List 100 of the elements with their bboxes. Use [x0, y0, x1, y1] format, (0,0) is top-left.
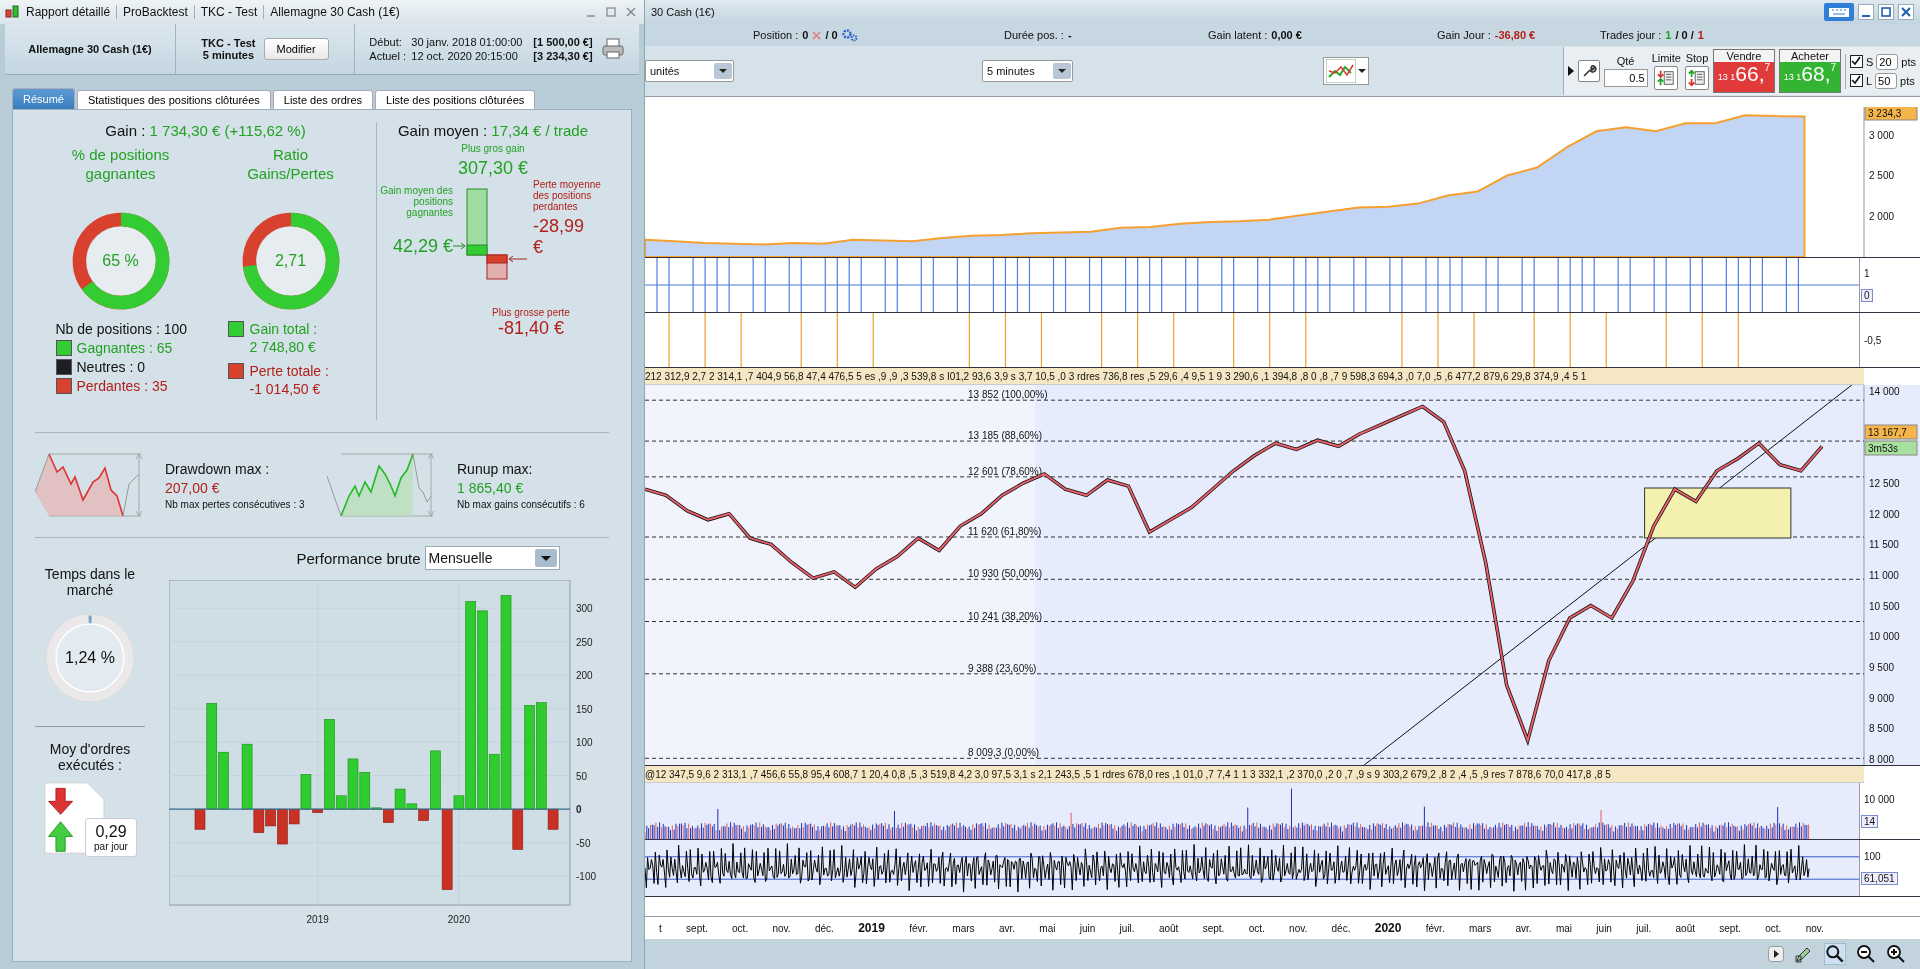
- modify-button[interactable]: Modifier: [263, 38, 329, 60]
- axis-tick-label: -0,5: [1864, 334, 1882, 346]
- status-value: 1: [1665, 29, 1672, 41]
- tab[interactable]: Liste des ordres: [272, 90, 374, 109]
- gears-icon[interactable]: [841, 28, 858, 42]
- gain-value: 1 734,30 € (+115,62 %): [149, 122, 306, 139]
- axis-tick-label: 9 000: [1869, 692, 1895, 704]
- date-label: Actuel :: [369, 50, 407, 62]
- current-price-tag: 13 167,7: [1864, 424, 1918, 440]
- checkbox[interactable]: [1849, 74, 1863, 87]
- zoom-out-icon[interactable]: [1856, 944, 1876, 964]
- countdown-tag: 3m53s: [1864, 440, 1918, 456]
- interval-select[interactable]: 5 minutes: [982, 60, 1073, 82]
- gain-label: Gain :: [105, 122, 146, 139]
- tab[interactable]: Liste des positions clôturées: [375, 90, 536, 109]
- timeframe-label: 5 minutes: [202, 49, 255, 61]
- printer-icon[interactable]: [600, 38, 625, 60]
- tab[interactable]: Statistiques des positions clôturées: [76, 90, 271, 109]
- axis-tick-label: 200: [576, 670, 593, 682]
- status-label: Gain Jour :: [1437, 29, 1491, 41]
- instrument-name: Allemagne 30 Cash (1€): [28, 43, 152, 55]
- axis-tick-label: 11 000: [1869, 570, 1899, 581]
- time-in-market-title: Temps dans le marché: [43, 566, 137, 598]
- average-value: 17,34 € / trade: [491, 122, 589, 139]
- axis-tick-label: 100: [576, 737, 593, 749]
- axis-tick-label: 8 500: [1869, 723, 1895, 735]
- status-value: 0: [802, 29, 809, 41]
- caret-icon: [1358, 67, 1366, 75]
- dropdown-icon: [714, 63, 732, 79]
- settings-button[interactable]: [1577, 60, 1600, 82]
- time-axis-label: oct.: [1248, 922, 1265, 934]
- time-axis-label: sept.: [1719, 922, 1741, 934]
- average-loss-label: Perte moyenne des positions perdantes: [533, 179, 602, 212]
- extreme-note: Nb max gains consécutifs : 6: [457, 498, 585, 510]
- zoom-fit-icon[interactable]: [1824, 943, 1846, 965]
- time-axis-label: juil.: [1636, 922, 1652, 934]
- maximize-button[interactable]: [1878, 4, 1894, 20]
- axis-tick-label: 11 500: [1869, 539, 1899, 551]
- axis-tick-label: 250: [576, 636, 593, 648]
- stop-order-button[interactable]: [1684, 66, 1709, 90]
- capital-amount: [1 500,00 €]: [533, 36, 593, 48]
- expand-icon[interactable]: [1567, 66, 1574, 76]
- time-axis-label: juin: [1596, 922, 1612, 934]
- close-button[interactable]: [1898, 4, 1914, 20]
- legend-label: Perdantes : 35: [76, 377, 168, 394]
- worst-loss-value: -81,40 €: [497, 318, 565, 339]
- average-loss-value: -28,99 €: [533, 216, 586, 258]
- keyboard-icon[interactable]: [1824, 3, 1854, 21]
- axis-tick-label: 100: [1864, 850, 1881, 862]
- play-icon[interactable]: [1768, 946, 1784, 962]
- order-ticket-icon: [1687, 69, 1706, 87]
- time-axis-label: août: [1675, 922, 1695, 934]
- time-axis-label: nov.: [772, 922, 791, 934]
- minimize-icon: [1861, 15, 1871, 17]
- line-chart-icon: [1326, 59, 1356, 83]
- period-select[interactable]: Mensuelle: [424, 546, 560, 570]
- average-win-value: 42,29 €: [391, 236, 453, 257]
- zoom-in-icon[interactable]: [1886, 944, 1906, 964]
- window-title: Allemagne 30 Cash (1€): [270, 5, 400, 19]
- axis-tick-label: 2019: [306, 914, 329, 925]
- maximize-icon: [1881, 7, 1891, 17]
- axis-tick-label: 0: [1861, 289, 1873, 302]
- fibonacci-level-label: 13 852 (100,00%): [968, 389, 1048, 401]
- strategy-name: TKC - Test: [201, 37, 256, 49]
- time-axis-label: juin: [1079, 922, 1096, 934]
- checkbox-label: S: [1865, 55, 1874, 68]
- limit-label: Limite: [1651, 52, 1681, 64]
- extreme-title: Drawdown max :: [165, 460, 271, 477]
- points-unit: pts: [1900, 74, 1915, 87]
- fibonacci-level-label: 10 930 (50,00%): [968, 568, 1042, 580]
- status-label: Gain latent :: [1208, 29, 1268, 41]
- chart-type-button[interactable]: [1323, 57, 1369, 85]
- time-axis-label: déc.: [814, 922, 834, 934]
- time-axis-label: févr.: [1425, 922, 1445, 934]
- points-unit: pts: [1901, 55, 1916, 68]
- quantity-field[interactable]: 0.5: [1603, 69, 1648, 87]
- time-axis-label: juil.: [1119, 922, 1135, 934]
- total-value: -1 014,50 €: [249, 381, 322, 397]
- orders-title: Moy d'ordres exécutés :: [48, 741, 132, 773]
- positions-count: Nb de positions : 100: [55, 319, 189, 338]
- points-field[interactable]: 50: [1875, 72, 1898, 89]
- fibonacci-level-label: 9 388 (23,60%): [968, 662, 1037, 674]
- window-title: 30 Cash (1€): [651, 6, 715, 18]
- tab[interactable]: Résumé: [12, 88, 75, 109]
- points-field[interactable]: 20: [1876, 53, 1899, 70]
- quantity-mode-select[interactable]: unités: [645, 60, 734, 82]
- axis-tick-label: 150: [576, 703, 593, 715]
- legend-label: Neutres : 0: [76, 358, 145, 375]
- checkbox[interactable]: [1849, 55, 1863, 68]
- order-labels: @12 347,5 9,6 2 313,1 ,7 456,6 55,8 95,4 608,7 1 20,4 0,8 ,5 ,3 519,8 4,2 3,0 97,5 3,1 s 2,1 243,5 ,5 1 rdres 678,0 res ,1 01,0 ,7 7,4 1 1 3 332,1 ,2 370,0 ,2 0 ,7 ,9 s 9 303,2 679,2 ,8 2 ,4 ,5 ,9 res 7 878,6 70,0 417,8 ,8 5: [645, 768, 1611, 780]
- time-axis-label: oct.: [732, 922, 749, 934]
- minimize-button[interactable]: [1858, 4, 1874, 20]
- limit-order-button[interactable]: [1654, 66, 1679, 90]
- time-axis-label: avr.: [998, 922, 1015, 934]
- time-axis-label: avr.: [1515, 922, 1532, 934]
- quantity-label: Qté: [1616, 55, 1635, 67]
- dropdown-icon: [534, 549, 557, 567]
- orders-unit: par jour: [94, 841, 128, 852]
- candlestick-icon: [4, 4, 20, 20]
- dropdown-icon: [1053, 63, 1071, 79]
